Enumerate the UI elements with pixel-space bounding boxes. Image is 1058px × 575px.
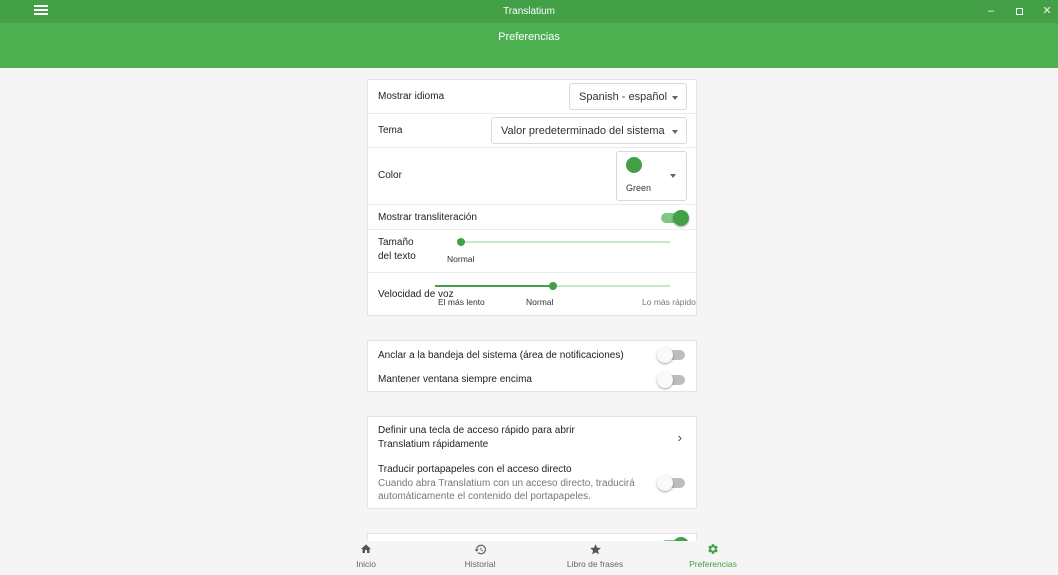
text-size-slider[interactable] — [457, 238, 670, 246]
transliteration-toggle[interactable] — [661, 210, 689, 226]
color-value: Green — [626, 183, 652, 193]
tray-label: Anclar a la bandeja del sistema (área de… — [378, 350, 624, 361]
maximize-button[interactable] — [1006, 0, 1032, 23]
transliteration-label: Mostrar transliteración — [378, 212, 477, 223]
page-title: Preferencias — [498, 31, 560, 43]
voice-speed-min-label: El más lento — [438, 297, 485, 307]
text-size-row: Tamaño del texto Normal — [368, 230, 696, 273]
text-size-label: Tamaño del texto — [378, 237, 416, 262]
language-select[interactable]: Spanish - español — [569, 83, 687, 110]
slider-thumb[interactable] — [457, 238, 465, 246]
hotkey-label: Definir una tecla de acceso rápido para … — [378, 425, 575, 450]
tray-row: Anclar a la bandeja del sistema (área de… — [368, 341, 696, 367]
window-title: Translatium — [503, 6, 555, 17]
home-icon — [346, 543, 386, 559]
star-icon — [562, 543, 628, 559]
language-row: Mostrar idioma Spanish - español — [368, 80, 696, 114]
nav-preferences[interactable]: Preferencias — [683, 543, 743, 569]
color-swatch — [626, 157, 642, 173]
voice-speed-row: Velocidad de voz El más lento Normal Lo … — [368, 273, 696, 317]
slider-fill — [435, 285, 553, 287]
always-on-top-row: Mantener ventana siempre encima — [368, 367, 696, 393]
color-row: Color Green — [368, 148, 696, 205]
theme-value: Valor predeterminado del sistema — [501, 125, 665, 137]
app-bar: Preferencias — [0, 23, 1058, 68]
close-button[interactable]: ✕ — [1034, 0, 1058, 23]
hotkey-row[interactable]: Definir una tecla de acceso rápido para … — [368, 417, 696, 461]
theme-select[interactable]: Valor predeterminado del sistema — [491, 117, 687, 144]
system-settings-card: Anclar a la bandeja del sistema (área de… — [367, 340, 697, 392]
bottom-navigation: Inicio Historial Libro de frases Prefere… — [0, 541, 1058, 575]
chevron-down-icon — [672, 96, 678, 100]
color-select[interactable]: Green — [616, 151, 687, 201]
clipboard-toggle[interactable] — [657, 475, 685, 491]
clipboard-row: Traducir portapapeles con el acceso dire… — [368, 461, 696, 510]
nav-phrasebook-label: Libro de frases — [566, 559, 624, 569]
general-settings-card: Mostrar idioma Spanish - español Tema Va… — [367, 79, 697, 316]
nav-home-label: Inicio — [356, 559, 376, 569]
minimize-button[interactable]: – — [978, 0, 1004, 23]
clipboard-title: Traducir portapapeles con el acceso dire… — [378, 464, 572, 475]
color-label: Color — [378, 170, 402, 181]
text-size-value: Normal — [447, 254, 475, 264]
always-on-top-label: Mantener ventana siempre encima — [378, 374, 532, 385]
gear-icon — [683, 543, 743, 559]
slider-thumb[interactable] — [548, 282, 557, 290]
chevron-right-icon: › — [677, 430, 682, 445]
tray-toggle[interactable] — [657, 347, 685, 363]
chevron-down-icon — [670, 174, 676, 178]
nav-history[interactable]: Historial — [455, 543, 505, 569]
nav-preferences-label: Preferencias — [689, 559, 737, 569]
title-bar: Translatium – ✕ — [0, 0, 1058, 23]
nav-phrasebook[interactable]: Libro de frases — [562, 543, 628, 569]
language-label: Mostrar idioma — [378, 91, 445, 102]
voice-speed-max-label: Lo más rápido — [642, 297, 696, 307]
transliteration-row: Mostrar transliteración — [368, 205, 696, 230]
nav-history-label: Historial — [464, 559, 496, 569]
theme-row: Tema Valor predeterminado del sistema — [368, 114, 696, 148]
maximize-icon — [1015, 8, 1023, 15]
voice-speed-mid-label: Normal — [526, 297, 554, 307]
nav-home[interactable]: Inicio — [346, 543, 386, 569]
voice-speed-slider[interactable] — [435, 282, 670, 290]
clipboard-description: Cuando abra Translatium con un acceso di… — [378, 478, 635, 502]
theme-label: Tema — [378, 125, 403, 136]
always-on-top-toggle[interactable] — [657, 372, 685, 388]
language-value: Spanish - español — [579, 91, 668, 103]
shortcut-settings-card: Definir una tecla de acceso rápido para … — [367, 416, 697, 509]
chevron-down-icon — [672, 130, 678, 134]
history-icon — [455, 543, 505, 559]
